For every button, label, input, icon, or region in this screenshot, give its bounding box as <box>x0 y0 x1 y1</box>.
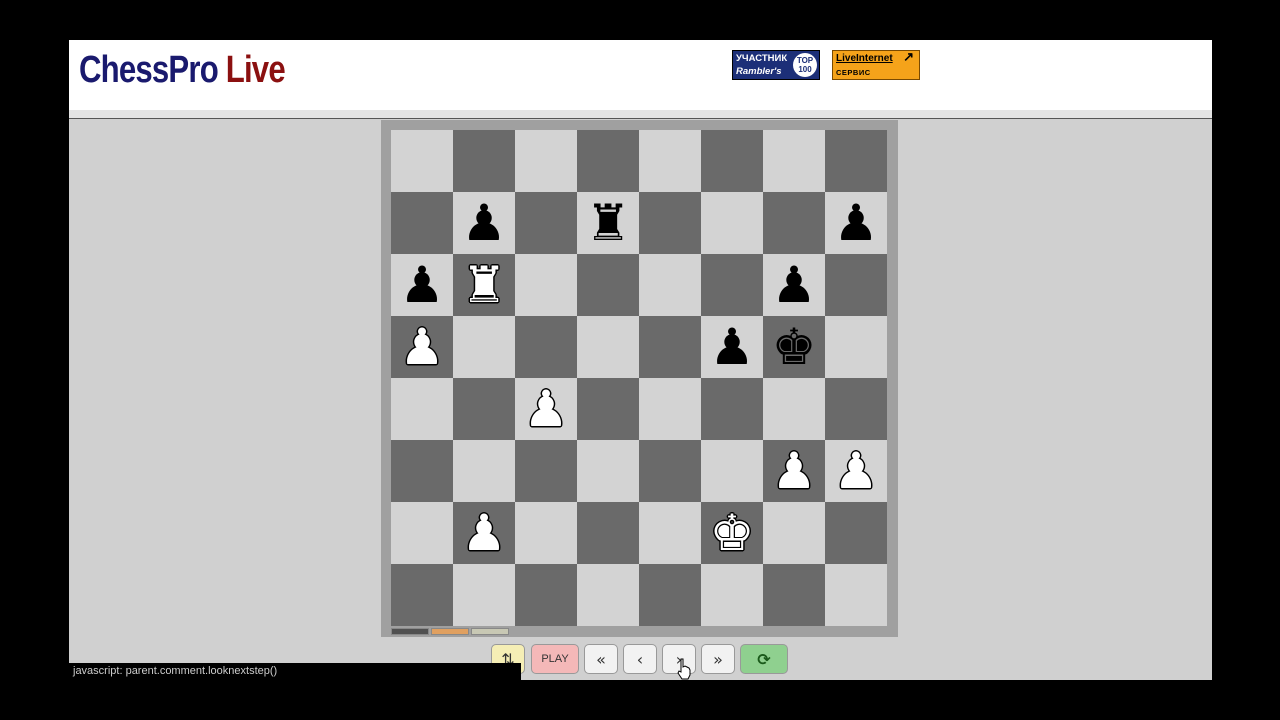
square-b3[interactable] <box>453 440 515 502</box>
square-f4[interactable] <box>701 378 763 440</box>
square-c3[interactable] <box>515 440 577 502</box>
browser-status-bar: javascript: parent.comment.looknextstep(… <box>69 663 521 680</box>
header-separator <box>69 110 1212 119</box>
square-h2[interactable] <box>825 502 887 564</box>
square-c7[interactable] <box>515 192 577 254</box>
square-c1[interactable] <box>515 564 577 626</box>
square-g8[interactable] <box>763 130 825 192</box>
play-button[interactable]: PLAY <box>531 644 579 674</box>
black-pawn-g6[interactable]: ♟ <box>763 254 825 316</box>
theme-swatch[interactable] <box>391 628 429 635</box>
square-f6[interactable] <box>701 254 763 316</box>
top100-badge: TOP 100 <box>793 53 817 77</box>
liveinternet-counter[interactable]: LiveInternet ↗ СЕРВИС СТАТИСТИКИ <box>832 50 920 80</box>
liveinternet-line1: LiveInternet <box>836 53 893 64</box>
black-pawn-f5[interactable]: ♟ <box>701 316 763 378</box>
square-d3[interactable] <box>577 440 639 502</box>
last-move-icon: » <box>713 649 723 669</box>
black-king-g5[interactable]: ♚ <box>763 316 825 378</box>
liveinternet-line2: СЕРВИС СТАТИСТИКИ <box>836 68 871 77</box>
black-pawn-h7[interactable]: ♟ <box>825 192 887 254</box>
square-d6[interactable] <box>577 254 639 316</box>
badge-num: 100 <box>798 65 812 74</box>
site-header: ChessPro Live УЧАСТНИК Rambler's TOP 100… <box>69 40 1212 110</box>
square-a1[interactable] <box>391 564 453 626</box>
square-a8[interactable] <box>391 130 453 192</box>
square-h4[interactable] <box>825 378 887 440</box>
square-d1[interactable] <box>577 564 639 626</box>
theme-swatch[interactable] <box>431 628 469 635</box>
first-move-button[interactable]: « <box>584 644 618 674</box>
square-d4[interactable] <box>577 378 639 440</box>
white-rook-b6[interactable]: ♜ <box>453 254 515 316</box>
square-f7[interactable] <box>701 192 763 254</box>
square-d8[interactable] <box>577 130 639 192</box>
square-h5[interactable] <box>825 316 887 378</box>
square-e7[interactable] <box>639 192 701 254</box>
refresh-icon: ⟳ <box>757 649 771 669</box>
square-c5[interactable] <box>515 316 577 378</box>
square-c6[interactable] <box>515 254 577 316</box>
black-pawn-b7[interactable]: ♟ <box>453 192 515 254</box>
rambler-top100-counter[interactable]: УЧАСТНИК Rambler's TOP 100 <box>732 50 820 80</box>
white-pawn-c4[interactable]: ♟ <box>515 378 577 440</box>
white-pawn-a5[interactable]: ♟ <box>391 316 453 378</box>
badge-top: TOP <box>796 56 814 65</box>
chessboard-panel: ♜ ♟ ♟ ♟ ♟ ♟ ♚ ♜ ♟ ♟ ♟ ♟ ♟ ♚ <box>381 120 898 637</box>
square-b5[interactable] <box>453 316 515 378</box>
previous-move-icon: ‹ <box>636 649 644 669</box>
square-e2[interactable] <box>639 502 701 564</box>
square-b8[interactable] <box>453 130 515 192</box>
square-e1[interactable] <box>639 564 701 626</box>
white-pawn-b2[interactable]: ♟ <box>453 502 515 564</box>
square-b1[interactable] <box>453 564 515 626</box>
square-f1[interactable] <box>701 564 763 626</box>
square-a3[interactable] <box>391 440 453 502</box>
rambler-line2: Rambler's <box>736 66 782 77</box>
square-a2[interactable] <box>391 502 453 564</box>
white-king-f2[interactable]: ♚ <box>701 502 763 564</box>
square-g7[interactable] <box>763 192 825 254</box>
logo-accent-text: Live <box>225 49 286 91</box>
square-h8[interactable] <box>825 130 887 192</box>
arrow-up-right-icon: ↗ <box>903 50 914 64</box>
square-f8[interactable] <box>701 130 763 192</box>
refresh-button[interactable]: ⟳ <box>740 644 788 674</box>
square-a7[interactable] <box>391 192 453 254</box>
square-e3[interactable] <box>639 440 701 502</box>
previous-move-button[interactable]: ‹ <box>623 644 657 674</box>
chesspro-live-logo[interactable]: ChessPro Live <box>79 46 286 94</box>
logo-main-text: ChessPro <box>79 49 219 91</box>
square-g4[interactable] <box>763 378 825 440</box>
white-pawn-g3[interactable]: ♟ <box>763 440 825 502</box>
square-f3[interactable] <box>701 440 763 502</box>
square-d5[interactable] <box>577 316 639 378</box>
square-c8[interactable] <box>515 130 577 192</box>
mouse-pointer-icon <box>677 658 691 680</box>
square-a4[interactable] <box>391 378 453 440</box>
square-e4[interactable] <box>639 378 701 440</box>
square-e8[interactable] <box>639 130 701 192</box>
square-c2[interactable] <box>515 502 577 564</box>
square-e5[interactable] <box>639 316 701 378</box>
chessboard[interactable]: ♜ ♟ ♟ ♟ ♟ ♟ ♚ ♜ ♟ ♟ ♟ ♟ ♟ ♚ <box>391 130 887 626</box>
square-g1[interactable] <box>763 564 825 626</box>
black-pawn-a6[interactable]: ♟ <box>391 254 453 316</box>
first-move-icon: « <box>596 649 606 669</box>
rambler-line1: УЧАСТНИК <box>736 53 788 64</box>
black-rook-d7[interactable]: ♜ <box>577 192 639 254</box>
last-move-button[interactable]: » <box>701 644 735 674</box>
square-h1[interactable] <box>825 564 887 626</box>
square-e6[interactable] <box>639 254 701 316</box>
board-theme-selector <box>391 628 511 635</box>
white-pawn-h3[interactable]: ♟ <box>825 440 887 502</box>
square-h6[interactable] <box>825 254 887 316</box>
theme-swatch[interactable] <box>471 628 509 635</box>
square-d2[interactable] <box>577 502 639 564</box>
square-b4[interactable] <box>453 378 515 440</box>
browser-content: ChessPro Live УЧАСТНИК Rambler's TOP 100… <box>69 40 1212 680</box>
square-g2[interactable] <box>763 502 825 564</box>
